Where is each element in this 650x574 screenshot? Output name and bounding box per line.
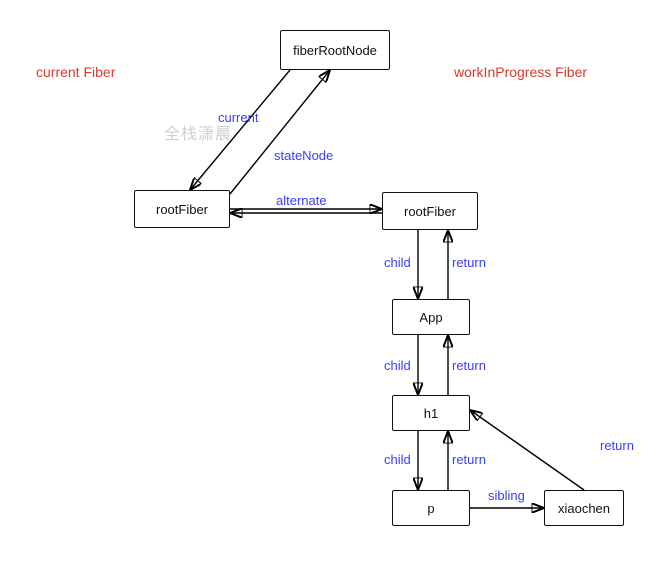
node-root-fiber-right: rootFiber [382, 192, 478, 230]
label-child-3: child [384, 452, 411, 467]
node-app: App [392, 299, 470, 335]
title-current-fiber: current Fiber [36, 64, 115, 80]
label-alternate: alternate [276, 193, 327, 208]
node-h1: h1 [392, 395, 470, 431]
label-child-1: child [384, 255, 411, 270]
node-root-fiber-left: rootFiber [134, 190, 230, 228]
diagram-edges [0, 0, 650, 574]
node-fiber-root-node: fiberRootNode [280, 30, 390, 70]
title-wip-fiber: workInProgress Fiber [454, 64, 587, 80]
label-child-2: child [384, 358, 411, 373]
label-return-3: return [452, 452, 486, 467]
label-current: current [218, 110, 258, 125]
node-p: p [392, 490, 470, 526]
label-sibling: sibling [488, 488, 525, 503]
node-xiaochen: xiaochen [544, 490, 624, 526]
label-return-2: return [452, 358, 486, 373]
label-return-4: return [600, 438, 634, 453]
label-state-node: stateNode [274, 148, 333, 163]
label-return-1: return [452, 255, 486, 270]
